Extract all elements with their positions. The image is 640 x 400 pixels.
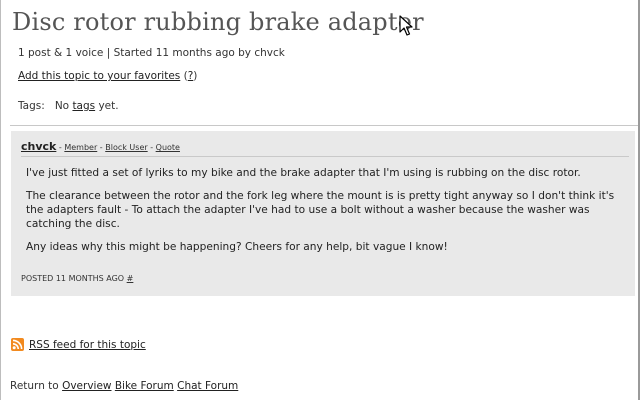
post-header-divider [21,156,629,157]
chat-forum-link[interactable]: Chat Forum [177,380,238,392]
post-header: chvck - Member - Block User - Quote [21,140,180,153]
post-header-separator: - [147,143,156,152]
member-role-link[interactable]: Member [64,143,97,152]
favorites-line: Add this topic to your favorites (?) [18,70,197,82]
post-permalink[interactable]: # [127,274,134,283]
return-navigation: Return to Overview Bike Forum Chat Forum [10,380,238,392]
post-paragraph: The clearance between the rotor and the … [26,190,615,230]
tags-label: Tags: [18,100,45,112]
topic-divider [10,125,638,126]
favorites-help-open: ( [180,70,188,82]
topic-title: Disc rotor rubbing brake adapter [12,8,424,36]
favorites-help-close: ) [193,70,198,82]
post-body: I've just fitted a set of lyriks to my b… [26,166,626,263]
mouse-cursor-icon [399,15,415,37]
block-user-link[interactable]: Block User [105,143,147,152]
overview-link[interactable]: Overview [62,380,111,392]
rss-feed-link[interactable]: RSS feed for this topic [29,339,146,351]
post-author-link[interactable]: chvck [21,140,56,153]
post-paragraph: Any ideas why this might be happening? C… [26,241,448,253]
tags-link[interactable]: tags [72,100,95,112]
post-container: chvck - Member - Block User - Quote I've… [11,131,635,296]
post-footer: POSTED 11 MONTHS AGO # [21,274,133,283]
rss-feed-line: RSS feed for this topic [11,338,146,351]
tags-line: Tags: No tags yet. [18,100,119,112]
tags-prefix: No [54,100,73,112]
add-to-favorites-link[interactable]: Add this topic to your favorites [18,70,180,82]
tags-suffix: yet. [95,100,119,112]
rss-feed-icon[interactable] [11,338,24,351]
bike-forum-link[interactable]: Bike Forum [115,380,174,392]
post-paragraph: I've just fitted a set of lyriks to my b… [26,167,581,179]
quote-link[interactable]: Quote [156,143,180,152]
page-left-border [0,0,1,400]
return-prefix: Return to [10,380,63,392]
topic-meta: 1 post & 1 voice | Started 11 months ago… [18,47,285,59]
posted-timestamp: POSTED 11 MONTHS AGO [21,274,127,283]
